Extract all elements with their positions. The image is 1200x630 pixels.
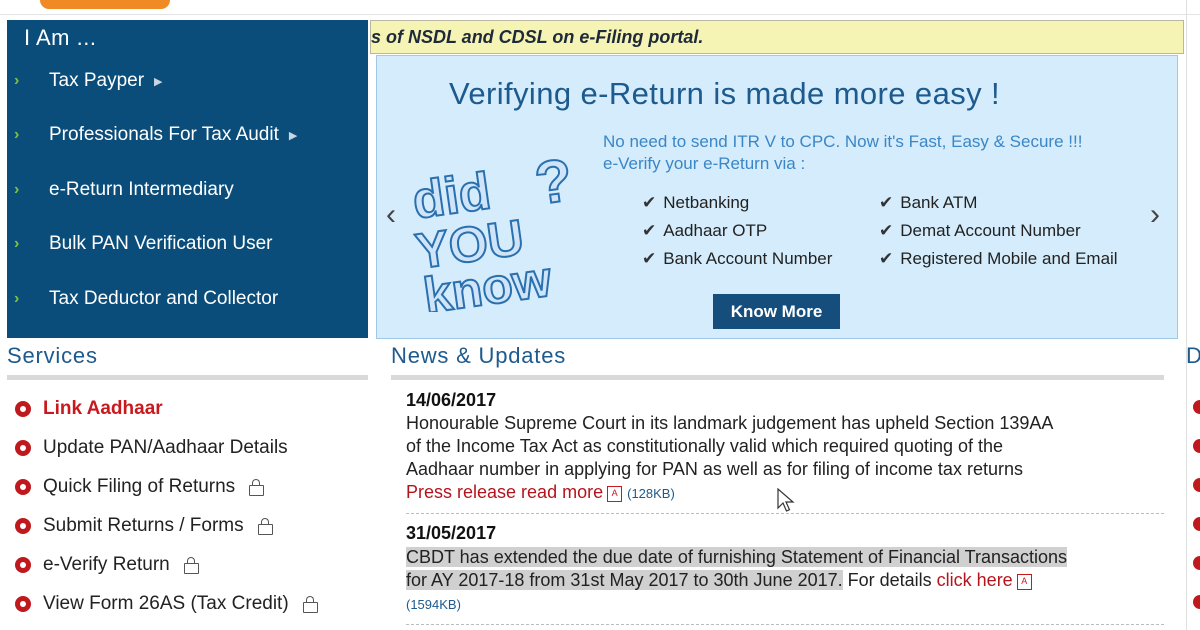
iam-item-label: Bulk PAN Verification User [49,233,273,254]
services-heading: Services [7,343,98,368]
bullet-icon [15,557,31,573]
option-registered-mobile: ✔ Registered Mobile and Email [879,249,1118,268]
chevron-right-icon: › [14,290,20,307]
lock-icon [257,517,273,535]
news-item-text: Honourable Supreme Court in its landmark… [406,413,1054,479]
check-icon: ✔ [879,193,894,212]
header-divider [0,14,1200,15]
bullet-icon [15,596,31,612]
iam-item-tax-payer[interactable]: › Tax Payper ▶ [14,70,163,92]
option-aadhaar-otp: ✔ Aadhaar OTP [642,221,768,240]
check-icon: ✔ [642,221,657,240]
chevron-right-icon: › [14,126,20,143]
iam-item-label: Professionals For Tax Audit [49,124,279,145]
bullet-icon [15,401,31,417]
news-item-footer: Press release read more A (128KB) [406,481,675,505]
submenu-arrow-icon: ▶ [154,75,163,88]
iam-item-professionals[interactable]: › Professionals For Tax Audit ▶ [14,124,297,146]
submenu-arrow-icon: ▶ [288,129,298,142]
know-more-button[interactable]: Know More [713,294,840,329]
bullet-icon [15,518,31,534]
service-quick-filing[interactable]: Quick Filing of Returns [15,476,265,498]
news-date: 14/06/2017 [406,390,497,410]
logo-fragment [40,0,170,9]
iam-item-label: e-Return Intermediary [49,179,234,200]
news-separator [406,624,1164,625]
iam-title: I Am ... [24,25,97,50]
check-icon: ✔ [879,249,894,268]
press-release-link[interactable]: Press release read more [406,482,603,502]
banner-title: Verifying e-Return is made more easy ! [449,76,1001,111]
right-column-border [1186,0,1187,630]
chevron-right-icon: › [14,72,20,89]
news-ticker[interactable]: s of NSDL and CDSL on e-Filing portal. [370,20,1184,54]
service-submit-returns[interactable]: Submit Returns / Forms [15,515,273,537]
click-here-link[interactable]: click here [937,570,1013,590]
news-divider [391,375,1164,380]
iam-item-e-return-intermediary[interactable]: › e-Return Intermediary [14,179,234,201]
pdf-icon[interactable]: A [1016,574,1032,590]
service-e-verify-return[interactable]: e-Verify Return [15,554,199,576]
news-date: 31/05/2017 [406,523,497,543]
option-bank-account: ✔ Bank Account Number [642,249,833,268]
file-size: (1594KB) [406,597,461,612]
question-mark-text: ? [531,152,577,217]
service-view-form-26as[interactable]: View Form 26AS (Tax Credit) [15,593,318,615]
bullet-icon [15,479,31,495]
service-update-pan-aadhaar[interactable]: Update PAN/Aadhaar Details [15,437,288,459]
iam-item-bulk-pan[interactable]: › Bulk PAN Verification User [14,233,273,255]
right-column-heading: D [1186,343,1200,368]
check-icon: ✔ [879,221,894,240]
banner-prev-icon[interactable]: ‹ [386,198,396,232]
bullet-icon [1193,556,1200,570]
chevron-right-icon: › [14,181,20,198]
ticker-text: s of NSDL and CDSL on e-Filing portal. [371,27,704,47]
news-item-text: CBDT has extended the due date of furnis… [406,547,1068,590]
pdf-icon[interactable]: A [607,486,623,502]
did-you-know-image: did ? YOU know [408,152,578,312]
file-size: (128KB) [627,486,675,501]
option-bank-atm: ✔ Bank ATM [879,193,978,212]
iam-item-label: Tax Deductor and Collector [49,288,279,309]
mouse-cursor-icon [777,488,795,512]
bullet-icon [1193,595,1200,609]
check-icon: ✔ [642,193,657,212]
bullet-icon [1193,400,1200,414]
banner-subtitle: No need to send ITR V to CPC. Now it's F… [603,132,1083,151]
bullet-icon [1193,439,1200,453]
iam-item-tax-deductor[interactable]: › Tax Deductor and Collector [14,288,278,310]
iam-item-label: Tax Payper [49,70,145,91]
bullet-icon [1193,517,1200,531]
lock-icon [249,478,265,496]
bullet-icon [1193,478,1200,492]
chevron-right-icon: › [14,235,20,252]
option-netbanking: ✔ Netbanking [642,193,750,212]
lock-icon [302,595,318,613]
lock-icon [183,556,199,574]
banner-subtitle-2: e-Verify your e-Return via : [603,154,806,173]
service-link-aadhaar[interactable]: Link Aadhaar [15,398,163,420]
option-demat-account: ✔ Demat Account Number [879,221,1081,240]
services-divider [7,375,368,380]
news-heading: News & Updates [391,343,567,368]
banner-next-icon[interactable]: › [1150,198,1160,232]
check-icon: ✔ [642,249,657,268]
bullet-icon [15,440,31,456]
